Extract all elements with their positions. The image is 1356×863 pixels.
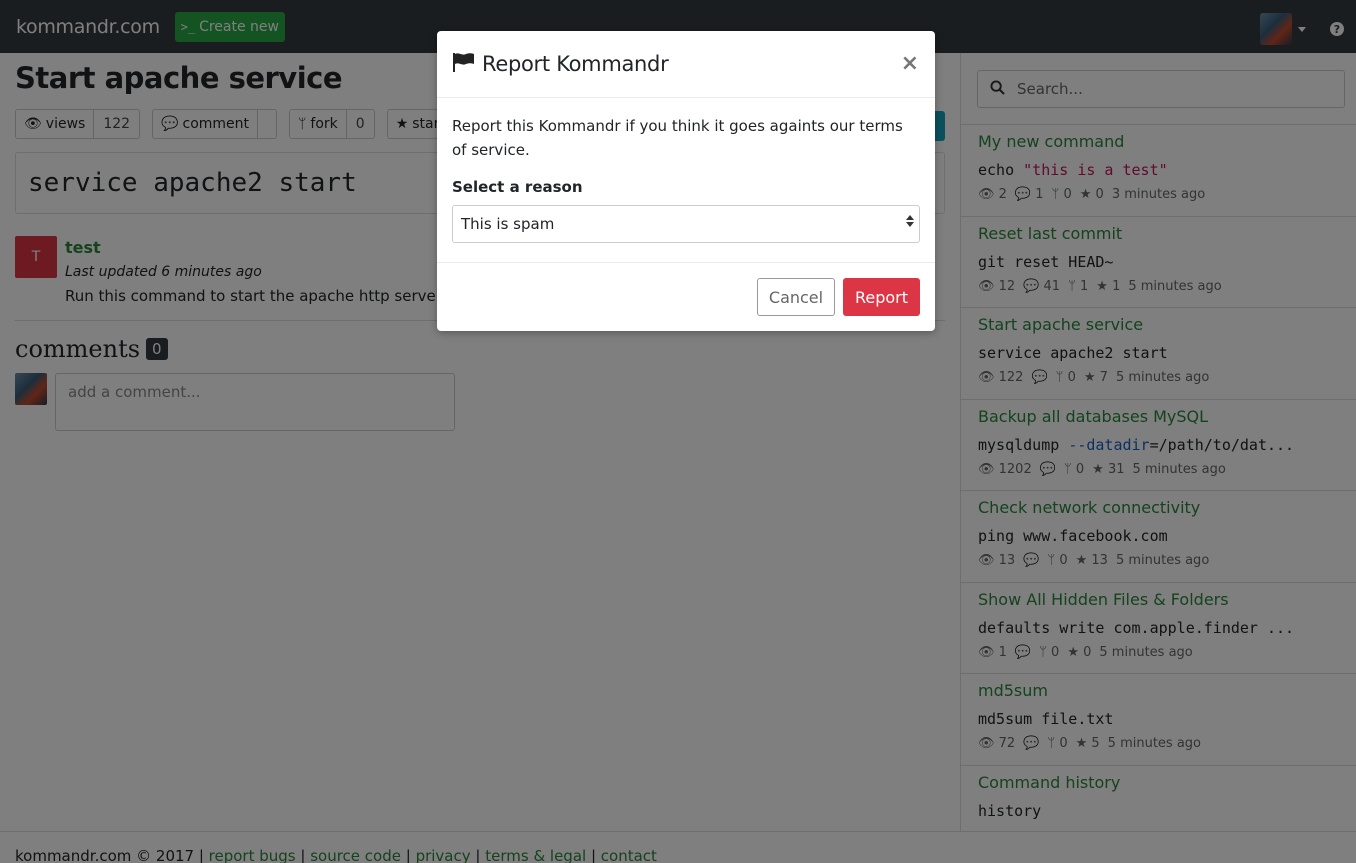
modal-title: Report Kommandr	[482, 52, 669, 76]
report-button[interactable]: Report	[843, 278, 920, 316]
report-modal: Report Kommandr × Report this Kommandr i…	[437, 31, 935, 331]
select-arrows-icon	[906, 215, 914, 227]
reason-select[interactable]: This is spam	[452, 205, 920, 243]
modal-body: Report this Kommandr if you think it goe…	[437, 98, 935, 263]
reason-label: Select a reason	[452, 178, 583, 196]
cancel-button[interactable]: Cancel	[757, 278, 835, 316]
modal-footer: Cancel Report	[437, 263, 935, 316]
modal-header: Report Kommandr ×	[437, 31, 935, 98]
reason-select-value: This is spam	[461, 215, 555, 233]
flag-icon	[452, 52, 476, 76]
close-icon[interactable]: ×	[901, 53, 919, 75]
modal-description: Report this Kommandr if you think it goe…	[452, 117, 903, 159]
